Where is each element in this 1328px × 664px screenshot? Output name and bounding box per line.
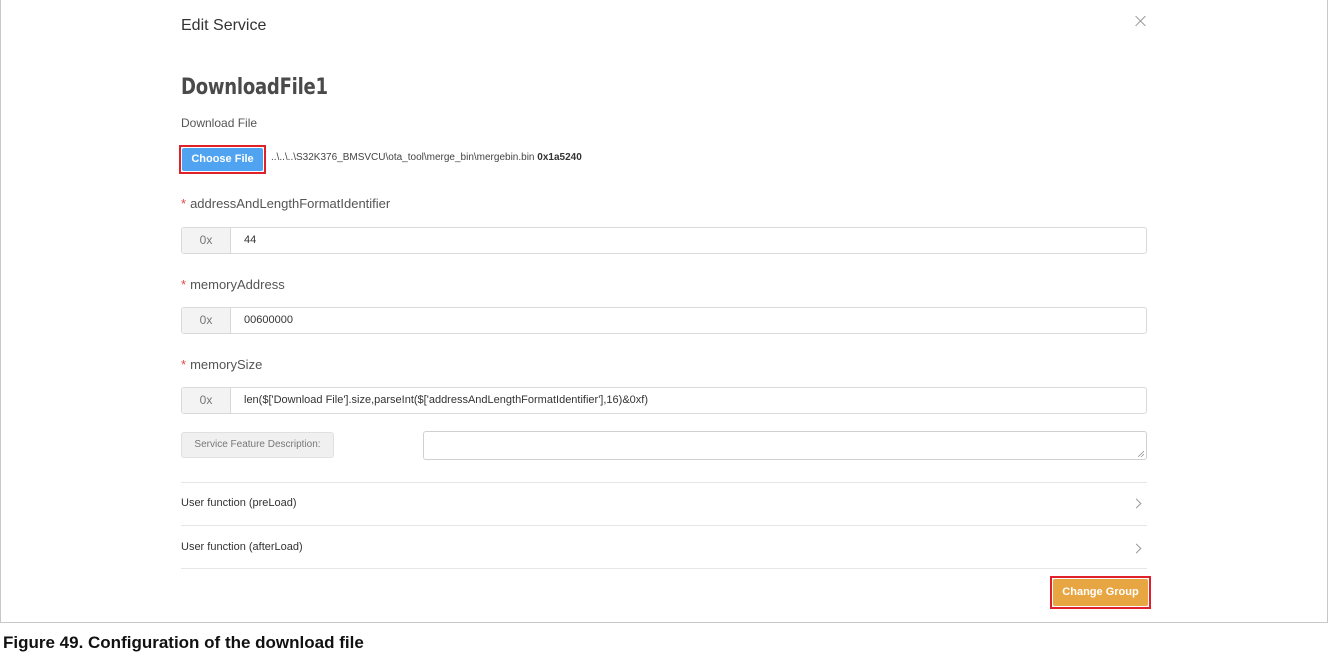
- required-mark: *: [181, 277, 187, 292]
- memory-size-input[interactable]: 0x len($['Download File'].size,parseInt(…: [181, 387, 1147, 414]
- hex-prefix: 0x: [182, 388, 231, 413]
- memory-address-value[interactable]: 00600000: [244, 308, 293, 333]
- close-icon[interactable]: [1133, 13, 1149, 29]
- service-feature-description-label: Service Feature Description:: [181, 432, 334, 458]
- resize-grip-icon[interactable]: [1138, 451, 1144, 457]
- change-group-button[interactable]: Change Group: [1053, 579, 1148, 606]
- alfi-label-text: addressAndLengthFormatIdentifier: [190, 196, 391, 211]
- hex-prefix: 0x: [182, 228, 231, 253]
- divider: [181, 568, 1147, 569]
- file-size: 0x1a5240: [537, 152, 582, 163]
- dialog-title: Edit Service: [181, 17, 267, 34]
- file-path: ..\..\..\S32K376_BMSVCU\ota_tool\merge_b…: [271, 152, 582, 163]
- memory-size-label-text: memorySize: [190, 357, 263, 372]
- memory-size-value[interactable]: len($['Download File'].size,parseInt($['…: [244, 388, 648, 413]
- alfi-label: * addressAndLengthFormatIdentifier: [181, 196, 390, 211]
- memory-address-input[interactable]: 0x 00600000: [181, 307, 1147, 334]
- choose-file-button[interactable]: Choose File: [182, 148, 263, 171]
- figure-caption: Figure 49. Configuration of the download…: [3, 633, 364, 652]
- file-path-text: ..\..\..\S32K376_BMSVCU\ota_tool\merge_b…: [271, 152, 535, 163]
- download-file-label: Download File: [181, 116, 258, 130]
- divider: [181, 525, 1147, 526]
- alfi-input[interactable]: 0x 44: [181, 227, 1147, 254]
- required-mark: *: [181, 196, 187, 211]
- memory-address-label-text: memoryAddress: [190, 277, 285, 292]
- memory-address-label: * memoryAddress: [181, 277, 285, 292]
- hex-prefix: 0x: [182, 308, 231, 333]
- user-function-preload[interactable]: User function (preLoad): [181, 497, 297, 509]
- service-feature-description-textarea[interactable]: [423, 431, 1147, 460]
- user-function-afterload[interactable]: User function (afterLoad): [181, 541, 303, 553]
- alfi-value[interactable]: 44: [244, 228, 256, 253]
- memory-size-label: * memorySize: [181, 357, 262, 372]
- divider: [181, 482, 1147, 483]
- service-name: DownloadFile1: [181, 75, 328, 100]
- required-mark: *: [181, 357, 187, 372]
